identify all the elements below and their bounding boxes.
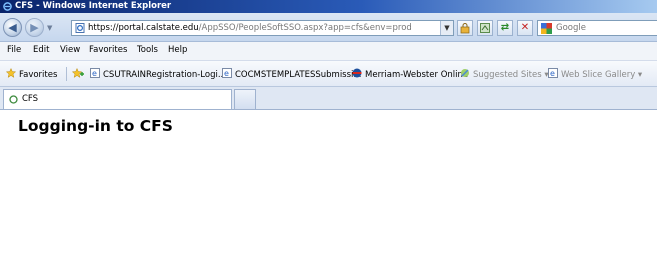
new-tab-button[interactable]	[234, 89, 256, 109]
page-content: Logging-in to CFS	[0, 110, 657, 266]
add-to-favorites-icon	[72, 68, 84, 78]
menu-edit[interactable]: Edit	[33, 45, 49, 55]
google-logo-icon	[541, 23, 552, 34]
ie-page-icon: e	[90, 68, 100, 78]
navigation-bar: ◀ ▶ ▼ https://portal.calstate.edu/AppSSO…	[0, 13, 657, 42]
menu-file[interactable]: File	[7, 45, 21, 55]
ie-logo-icon	[3, 2, 12, 11]
stop-icon[interactable]: ✕	[517, 20, 533, 36]
favorite-suggested-sites[interactable]: Suggested Sites ▾	[460, 68, 549, 81]
lock-icon[interactable]	[457, 20, 473, 36]
favorites-bar: Favorites e CSUTRAINRegistration-Logi... …	[0, 61, 657, 87]
menu-tools[interactable]: Tools	[137, 45, 158, 55]
menu-help[interactable]: Help	[168, 45, 187, 55]
window-title: CFS - Windows Internet Explorer	[15, 1, 172, 11]
address-url[interactable]: https://portal.calstate.edu/AppSSO/Peopl…	[88, 22, 412, 34]
tab-label: CFS	[22, 94, 39, 104]
suggested-sites-icon	[461, 69, 469, 77]
favorites-separator	[66, 67, 67, 81]
favorite-csutrain[interactable]: e CSUTRAINRegistration-Logi...	[90, 68, 226, 81]
favorite-merriam-webster[interactable]: Merriam-Webster Online	[352, 68, 468, 81]
menu-favorites[interactable]: Favorites	[89, 45, 127, 55]
search-input[interactable]: Google	[537, 20, 657, 36]
add-favorite-button[interactable]	[72, 68, 87, 81]
svg-text:e: e	[224, 69, 229, 78]
page-heading: Logging-in to CFS	[18, 117, 173, 135]
forward-button[interactable]: ▶	[25, 18, 44, 37]
compatibility-view-icon[interactable]	[477, 20, 493, 36]
loading-icon	[9, 95, 18, 104]
favorite-web-slice-gallery[interactable]: e Web Slice Gallery ▾	[548, 68, 642, 81]
favorites-button[interactable]: Favorites	[6, 68, 57, 81]
refresh-icon[interactable]: ⇄	[497, 20, 513, 36]
menu-bar: File Edit View Favorites Tools Help	[0, 42, 657, 61]
merriam-webster-icon	[352, 68, 362, 78]
menu-view[interactable]: View	[60, 45, 80, 55]
favorite-cocmstemplates[interactable]: e COCMSTEMPLATESSubmissi...	[222, 68, 362, 81]
ie-page-icon: e	[222, 68, 232, 78]
address-bar[interactable]: https://portal.calstate.edu/AppSSO/Peopl…	[71, 20, 454, 36]
tab-bar: CFS	[0, 87, 657, 110]
back-button[interactable]: ◀	[3, 18, 22, 37]
address-dropdown-button[interactable]: ▼	[440, 21, 453, 35]
recent-pages-dropdown-icon[interactable]: ▼	[47, 24, 52, 32]
star-icon	[6, 68, 16, 78]
page-icon	[75, 23, 85, 33]
svg-text:e: e	[550, 69, 555, 78]
ie-page-icon: e	[548, 68, 558, 78]
tab-cfs[interactable]: CFS	[3, 89, 232, 109]
svg-text:e: e	[92, 69, 97, 78]
search-placeholder: Google	[556, 23, 586, 33]
window-titlebar: CFS - Windows Internet Explorer	[0, 0, 657, 13]
